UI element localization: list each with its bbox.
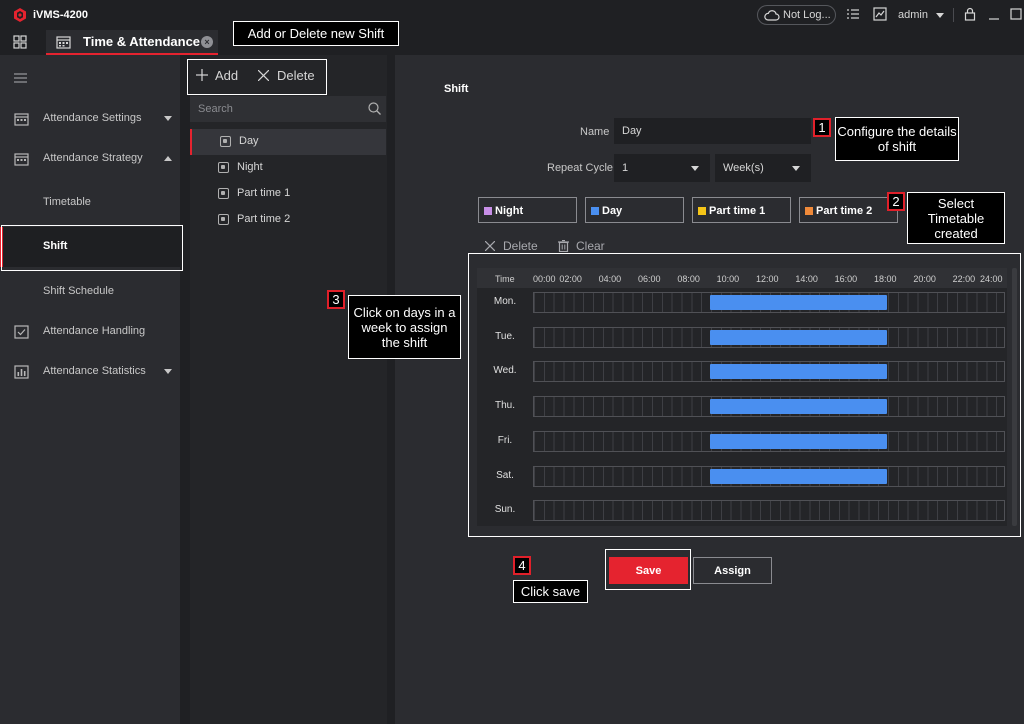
shift-list-item-part-time-2[interactable]: Part time 2 xyxy=(190,207,386,233)
chevron-up-icon xyxy=(164,156,172,161)
shift-icon xyxy=(218,214,229,225)
timetable-label: Night xyxy=(495,205,524,217)
calendar-icon xyxy=(56,36,71,49)
grid-clear-button[interactable]: Clear xyxy=(558,239,618,254)
hamburger-menu-icon[interactable] xyxy=(14,73,27,83)
step-4-badge: 4 xyxy=(513,556,531,575)
shift-label: Day xyxy=(239,135,259,147)
timetable-part-time-1-button[interactable]: Part time 1 xyxy=(692,197,791,223)
user-name[interactable]: admin xyxy=(898,9,928,21)
calendar-icon xyxy=(14,113,29,126)
trash-icon xyxy=(558,240,569,252)
shift-icon xyxy=(220,136,231,147)
schedule-grid-highlight xyxy=(468,253,1021,537)
nav-attendance-settings[interactable]: Attendance Settings xyxy=(0,99,180,139)
step-1-badge: 1 xyxy=(813,118,831,137)
checklist-icon xyxy=(14,325,29,339)
nav-label: Attendance Statistics xyxy=(43,365,146,377)
tab-time-attendance[interactable]: Time & Attendance × xyxy=(46,30,218,55)
nav-label: Attendance Settings xyxy=(43,112,142,124)
cloud-status-label: Not Log... xyxy=(783,9,831,21)
step-2-badge: 2 xyxy=(887,192,905,211)
shift-label: Part time 1 xyxy=(237,187,291,199)
timetable-label: Part time 1 xyxy=(709,205,766,217)
left-navigation: Attendance Settings Attendance Strategy … xyxy=(0,55,180,724)
user-menu-chevron-down-icon[interactable] xyxy=(936,13,944,18)
monitor-chart-icon[interactable] xyxy=(873,7,887,21)
shift-label: Part time 2 xyxy=(237,213,291,225)
chevron-down-icon xyxy=(164,369,172,374)
chevron-down-icon xyxy=(792,166,800,171)
grid-clear-label: Clear xyxy=(576,239,605,253)
timetable-day-button[interactable]: Day xyxy=(585,197,684,223)
repeat-unit-value: Week(s) xyxy=(723,162,764,174)
maximize-icon[interactable] xyxy=(1010,7,1022,21)
add-delete-highlight xyxy=(187,59,327,95)
timetable-night-button[interactable]: Night xyxy=(478,197,577,223)
grid-delete-label: Delete xyxy=(503,239,538,253)
nav-label: Attendance Handling xyxy=(43,325,146,337)
lock-icon[interactable] xyxy=(964,7,976,21)
task-list-icon[interactable] xyxy=(846,7,860,21)
nav-attendance-handling[interactable]: Attendance Handling xyxy=(0,312,180,352)
step-3-badge: 3 xyxy=(327,290,345,309)
nav-label: Attendance Strategy xyxy=(43,152,143,164)
repeat-unit-select[interactable]: Week(s) xyxy=(715,154,811,182)
calendar-icon xyxy=(14,153,29,166)
search-box xyxy=(190,96,386,122)
timetable-color-swatch xyxy=(805,207,813,215)
timetable-color-swatch xyxy=(484,207,492,215)
app-title: iVMS-4200 xyxy=(33,9,89,21)
search-input[interactable] xyxy=(190,96,360,122)
search-icon[interactable] xyxy=(368,102,381,115)
hikvision-logo-icon xyxy=(14,8,26,22)
callout-step-3: Click on days in a week to assign the sh… xyxy=(348,295,461,359)
timetable-part-time-2-button[interactable]: Part time 2 xyxy=(799,197,898,223)
tab-label: Time & Attendance xyxy=(83,34,201,49)
repeat-cycle-value: 1 xyxy=(622,162,629,174)
title-bar: iVMS-4200 Not Log... admin xyxy=(0,0,1024,30)
statistics-chart-icon xyxy=(14,365,29,379)
minimize-icon[interactable] xyxy=(988,7,1000,21)
tab-bar: Time & Attendance × xyxy=(0,30,1024,55)
nav-attendance-strategy[interactable]: Attendance Strategy xyxy=(0,139,180,179)
nav-timetable[interactable]: Timetable xyxy=(0,183,180,223)
timetable-label: Day xyxy=(602,205,623,217)
section-title: Shift xyxy=(444,83,469,95)
chevron-down-icon xyxy=(164,116,172,121)
timetable-color-swatch xyxy=(698,207,706,215)
shift-name-input[interactable] xyxy=(614,118,811,144)
name-label: Name xyxy=(580,126,610,138)
shift-icon xyxy=(218,188,229,199)
chevron-down-icon xyxy=(691,166,699,171)
timetable-label: Part time 2 xyxy=(816,205,873,217)
callout-step-1: Configure the details of shift xyxy=(835,117,959,161)
tab-close-icon[interactable]: × xyxy=(201,36,213,48)
shift-list-item-part-time-1[interactable]: Part time 1 xyxy=(190,181,386,207)
callout-step-4: Click save xyxy=(513,580,588,603)
callout-step-2: Select Timetable created xyxy=(907,192,1005,244)
nav-label: Timetable xyxy=(43,196,91,208)
shift-nav-highlight xyxy=(1,225,183,271)
nav-attendance-statistics[interactable]: Attendance Statistics xyxy=(0,352,180,392)
shift-label: Night xyxy=(237,161,263,173)
timetable-color-swatch xyxy=(591,207,599,215)
shift-list-item-day[interactable]: Day xyxy=(190,129,386,155)
repeat-cycle-label: Repeat Cycle xyxy=(547,162,614,174)
app-menu-grid-icon[interactable] xyxy=(13,35,27,49)
cloud-icon xyxy=(764,10,780,21)
close-icon xyxy=(485,241,495,251)
shift-list-item-night[interactable]: Night xyxy=(190,155,386,181)
save-highlight xyxy=(605,549,691,590)
nav-shift-schedule[interactable]: Shift Schedule xyxy=(0,272,180,312)
nav-label: Shift Schedule xyxy=(43,285,114,297)
repeat-cycle-select[interactable]: 1 xyxy=(614,154,710,182)
grid-delete-button[interactable]: Delete xyxy=(484,239,544,254)
cloud-login-button[interactable]: Not Log... xyxy=(757,5,836,25)
assign-button[interactable]: Assign xyxy=(693,557,772,584)
callout-add-delete: Add or Delete new Shift xyxy=(233,21,399,46)
shift-icon xyxy=(218,162,229,173)
title-bar-divider xyxy=(953,8,954,22)
